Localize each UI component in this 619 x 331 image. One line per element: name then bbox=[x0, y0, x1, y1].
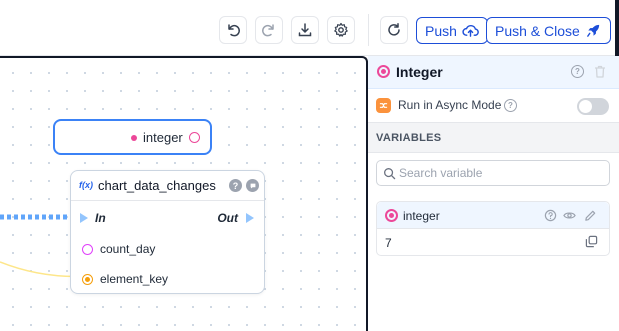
copy-icon[interactable] bbox=[585, 235, 598, 248]
push-close-button-label: Push & Close bbox=[495, 22, 580, 39]
exec-in-label: In bbox=[95, 211, 106, 225]
search-variable-input[interactable] bbox=[399, 164, 604, 182]
comment-glyph bbox=[250, 183, 255, 188]
push-button-label: Push bbox=[425, 22, 457, 39]
cloud-upload-icon bbox=[462, 25, 479, 37]
integer-node-label: integer bbox=[143, 130, 183, 145]
refresh-button[interactable] bbox=[380, 16, 408, 44]
top-toolbar: Push Push & Close bbox=[0, 0, 619, 56]
redo-button[interactable] bbox=[255, 16, 283, 44]
settings-button[interactable] bbox=[327, 16, 355, 44]
eye-icon[interactable] bbox=[563, 209, 576, 222]
download-button[interactable] bbox=[291, 16, 319, 44]
param-row-count-day: count_day bbox=[71, 237, 264, 263]
redo-icon bbox=[262, 24, 274, 37]
trash-icon[interactable] bbox=[594, 65, 606, 78]
comment-icon[interactable] bbox=[246, 179, 259, 192]
async-mode-label: Run in Async Mode bbox=[398, 98, 502, 112]
variable-type-icon bbox=[385, 209, 398, 222]
exec-row: In Out bbox=[71, 206, 264, 232]
gear-icon bbox=[334, 22, 348, 37]
toolbar-divider bbox=[368, 14, 369, 46]
integer-type-icon bbox=[377, 65, 390, 78]
async-help-icon[interactable]: ? bbox=[504, 99, 517, 112]
search-icon bbox=[384, 168, 396, 180]
undo-button[interactable] bbox=[219, 16, 247, 44]
param-row-element-key: element_key bbox=[71, 267, 264, 293]
pencil-icon[interactable] bbox=[584, 209, 597, 222]
push-button[interactable]: Push bbox=[416, 17, 488, 44]
function-node-header: f(x) chart_data_changes ? bbox=[71, 171, 264, 201]
push-close-button[interactable]: Push & Close bbox=[486, 17, 611, 44]
refresh-icon bbox=[388, 23, 400, 36]
exec-in-port[interactable] bbox=[80, 213, 88, 223]
async-mode-row: Run in Async Mode ? bbox=[368, 89, 619, 123]
panel-title: Integer bbox=[396, 64, 443, 80]
count-day-label: count_day bbox=[100, 242, 156, 256]
integer-output-port[interactable] bbox=[189, 132, 200, 143]
variable-value: 7 bbox=[385, 236, 392, 250]
connection-wire bbox=[0, 214, 70, 220]
variables-heading: VARIABLES bbox=[376, 132, 442, 144]
exec-out-label: Out bbox=[217, 211, 238, 225]
integer-type-dot bbox=[131, 135, 137, 141]
window-edge bbox=[615, 0, 619, 56]
exec-out-port[interactable] bbox=[246, 213, 254, 223]
async-mode-toggle[interactable] bbox=[577, 98, 609, 115]
variable-name: integer bbox=[403, 209, 440, 223]
help-icon[interactable]: ? bbox=[229, 179, 242, 192]
count-day-port[interactable] bbox=[82, 244, 93, 255]
function-node-title: chart_data_changes bbox=[98, 178, 216, 193]
panel-header: Integer ? bbox=[368, 56, 619, 89]
integer-node[interactable]: integer bbox=[53, 119, 212, 155]
element-key-label: element_key bbox=[100, 272, 169, 286]
flow-canvas[interactable]: integer f(x) chart_data_changes ? In Out… bbox=[0, 56, 368, 331]
function-node[interactable]: f(x) chart_data_changes ? In Out count_d… bbox=[70, 170, 265, 294]
download-icon bbox=[298, 23, 312, 37]
variable-card-header: integer bbox=[377, 202, 609, 229]
help-icon[interactable] bbox=[544, 209, 557, 222]
help-icon[interactable]: ? bbox=[571, 65, 584, 78]
shuffle-glyph bbox=[379, 103, 388, 108]
rocket-icon bbox=[586, 24, 599, 37]
properties-panel: Integer ? Run in Async Mode ? VARIABLES … bbox=[368, 56, 619, 331]
variable-card: integer 7 bbox=[376, 201, 610, 256]
variables-section-header: VARIABLES bbox=[368, 123, 619, 153]
async-icon bbox=[376, 98, 391, 113]
undo-icon bbox=[228, 24, 240, 37]
element-key-port[interactable] bbox=[82, 274, 93, 285]
variable-search bbox=[376, 160, 610, 186]
function-badge: f(x) bbox=[79, 180, 93, 190]
